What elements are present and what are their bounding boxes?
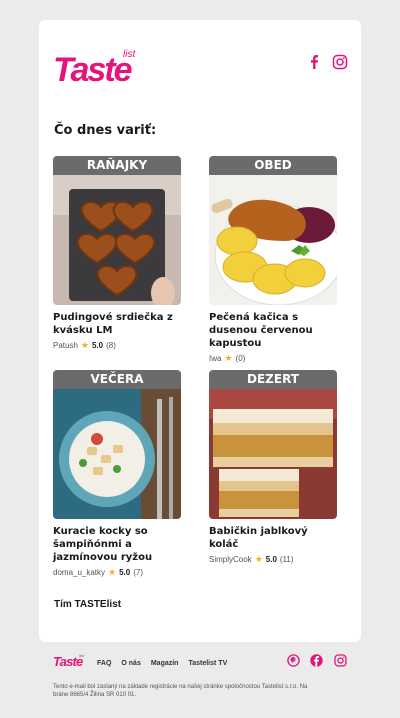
footer-link-faq[interactable]: FAQ <box>97 660 111 667</box>
instagram-icon[interactable] <box>332 54 348 70</box>
rating-count: (0) <box>235 354 246 363</box>
recipe-title[interactable]: Babičkin jablkový koláč <box>209 525 337 551</box>
svg-text:Taste: Taste <box>53 51 132 87</box>
footer-link-about[interactable]: O nás <box>121 660 140 667</box>
author-name[interactable]: Iwa <box>209 354 221 363</box>
facebook-icon[interactable] <box>310 654 323 667</box>
recipe-photo-apple-cake[interactable] <box>209 389 337 519</box>
author-name[interactable]: Patush <box>53 341 78 350</box>
rating-count: (8) <box>106 341 116 350</box>
star-icon: ★ <box>108 567 117 577</box>
star-icon: ★ <box>224 353 233 363</box>
recipe-meta: Patush ★ 5.0 (8) <box>53 340 181 351</box>
recipe-card-dinner[interactable]: VEČERA Kuracie kocky so šampiňónmi a jaz… <box>53 370 181 578</box>
recipe-card-lunch[interactable]: OBED Pečená kačica s dusenou červenou ka… <box>209 156 337 364</box>
star-icon: ★ <box>254 554 263 564</box>
recipe-card-breakfast[interactable]: RAŇAJKY Pudingové srdiečka z kvásku LM P… <box>53 156 181 351</box>
section-heading: Čo dnes variť: <box>54 123 157 138</box>
recipe-photo-roast-duck[interactable] <box>209 175 337 305</box>
recipe-card-dessert[interactable]: DEZERT Babičkin jablkový koláč SimplyCoo… <box>209 370 337 565</box>
recipe-meta: Iwa ★ (0) <box>209 353 337 364</box>
recipe-title[interactable]: Pečená kačica s dusenou červenou kapusto… <box>209 311 337 350</box>
category-label: RAŇAJKY <box>53 156 181 175</box>
footer-link-tv[interactable]: Tastelist TV <box>188 660 227 667</box>
recipe-title[interactable]: Pudingové srdiečka z kvásku LM <box>53 311 181 337</box>
facebook-icon[interactable] <box>306 54 322 70</box>
rating-count: (7) <box>133 568 144 577</box>
footer-logo[interactable]: Taste list <box>53 653 87 669</box>
author-name[interactable]: SimplyCook <box>209 555 252 564</box>
recipe-meta: SimplyCook ★ 5.0 (11) <box>209 554 337 565</box>
rating-value: 5.0 <box>91 341 104 350</box>
category-label: VEČERA <box>53 370 181 389</box>
recipe-meta: doma_u_katky ★ 5.0 (7) <box>53 567 181 578</box>
email-card: Taste list Čo dnes variť: RAŇAJKY Puding… <box>39 20 361 642</box>
tastelist-logo[interactable]: Taste list <box>53 47 149 87</box>
rating-value: 5.0 <box>265 555 277 564</box>
rating-value: 5.0 <box>119 568 131 577</box>
pinterest-icon[interactable] <box>287 654 300 667</box>
recipe-photo-pastry-hearts[interactable] <box>53 175 181 305</box>
footer-link-magazine[interactable]: Magazín <box>151 660 179 667</box>
signoff: Tím TASTElist <box>54 599 122 610</box>
recipe-photo-chicken-rice[interactable] <box>53 389 181 519</box>
rating-count: (11) <box>279 555 294 564</box>
recipe-title[interactable]: Kuracie kocky so šampiňónmi a jazmínovou… <box>53 525 181 564</box>
svg-text:list: list <box>79 653 85 658</box>
star-icon: ★ <box>80 340 89 350</box>
category-label: DEZERT <box>209 370 337 389</box>
svg-text:list: list <box>123 49 136 60</box>
legal-notice: Tento e-mail bol zaslaný na základe regi… <box>53 684 308 698</box>
category-label: OBED <box>209 156 337 175</box>
instagram-icon[interactable] <box>334 654 347 667</box>
author-name[interactable]: doma_u_katky <box>53 568 105 577</box>
footer-links: FAQ O nás Magazín Tastelist TV <box>97 660 227 667</box>
